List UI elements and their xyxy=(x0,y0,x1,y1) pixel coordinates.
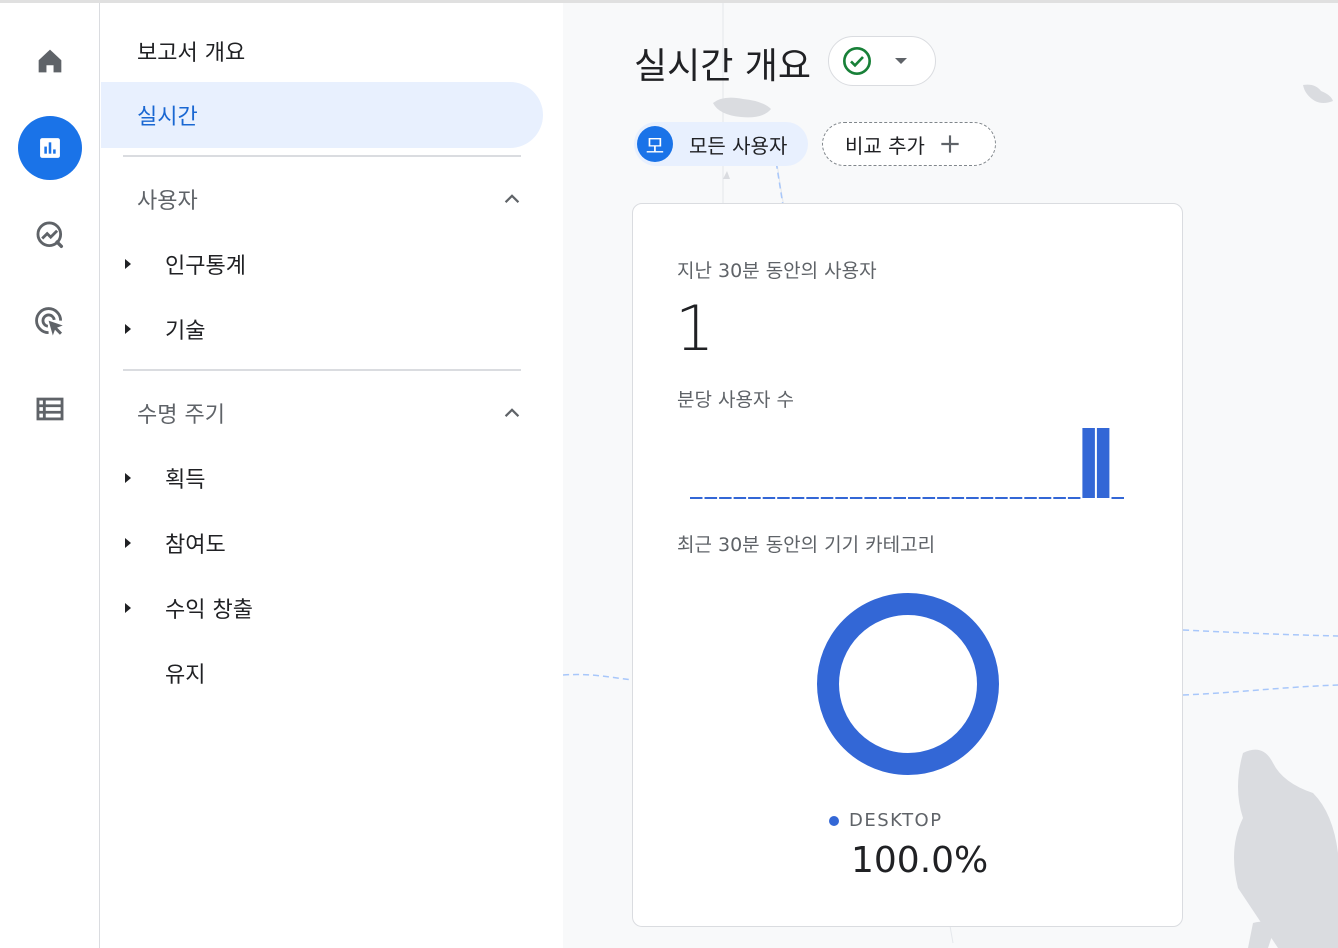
rail-reports-button[interactable] xyxy=(18,116,82,180)
nav-item-label: 기술 xyxy=(165,319,206,344)
explore-trend-icon xyxy=(36,221,64,249)
caret-down-icon xyxy=(895,58,907,64)
page-title: 실시간 개요 xyxy=(634,46,812,87)
nav-item-engagement[interactable]: 참여도 xyxy=(121,527,226,559)
all-users-chip[interactable]: 모 모든 사용자 xyxy=(634,122,808,166)
left-rail xyxy=(0,3,100,948)
nav-divider xyxy=(123,155,521,157)
nav-item-label: 인구통계 xyxy=(165,254,246,279)
users-30min-label: 지난 30분 동안의 사용자 xyxy=(677,260,877,282)
device-category-donut[interactable] xyxy=(816,592,1000,776)
minute-bar[interactable] xyxy=(1096,428,1110,498)
nav-item-retention[interactable]: 유지 xyxy=(121,657,205,689)
nav-item-label: 수익 창출 xyxy=(165,598,253,623)
legend-percentage: 100.0% xyxy=(851,840,989,881)
nav-section-user[interactable]: 사용자 xyxy=(137,183,523,215)
rail-explore-button[interactable] xyxy=(18,203,82,267)
rail-configure-button[interactable] xyxy=(18,377,82,441)
nav-realtime-label: 실시간 xyxy=(137,105,198,130)
plus-icon xyxy=(941,135,959,153)
users-30min-value: 1 xyxy=(675,292,715,365)
nav-item-label: 유지 xyxy=(165,663,206,688)
home-icon xyxy=(38,49,62,73)
nav-item-acquisition[interactable]: 획득 xyxy=(121,462,205,494)
donut-slice-desktop[interactable] xyxy=(817,593,999,775)
cursor-target-icon xyxy=(35,307,63,336)
legend-label: DESKTOP xyxy=(849,810,943,831)
nav-item-monetization[interactable]: 수익 창출 xyxy=(121,592,253,624)
nav-item-label: 획득 xyxy=(165,468,206,493)
rail-home-button[interactable] xyxy=(18,29,82,93)
chevron-up-icon xyxy=(504,408,520,417)
nav-report-overview[interactable]: 보고서 개요 xyxy=(137,35,245,67)
reports-navigation: 보고서 개요 실시간 사용자 인구통계 기술 수명 주기 획득 참여도 수익 창… xyxy=(101,3,563,948)
status-dropdown[interactable] xyxy=(828,36,936,86)
check-circle-icon xyxy=(843,47,871,75)
nav-section-lifecycle[interactable]: 수명 주기 xyxy=(137,397,523,429)
nav-item-tech[interactable]: 기술 xyxy=(121,313,205,345)
caret-right-icon xyxy=(121,601,135,615)
nav-item-label: 참여도 xyxy=(165,533,226,558)
bar-chart-icon xyxy=(40,138,60,158)
chevron-up-icon xyxy=(504,194,520,203)
caret-right-icon xyxy=(121,322,135,336)
nav-section-user-title: 사용자 xyxy=(137,189,198,214)
list-icon xyxy=(36,397,64,421)
minute-bar[interactable] xyxy=(1082,428,1095,498)
nav-realtime[interactable]: 실시간 xyxy=(101,82,543,148)
device-category-label: 최근 30분 동안의 기기 카테고리 xyxy=(677,534,936,556)
caret-right-icon xyxy=(121,257,135,271)
nav-section-lifecycle-title: 수명 주기 xyxy=(137,403,225,428)
caret-right-icon xyxy=(121,536,135,550)
add-comparison-label: 비교 추가 xyxy=(845,133,925,158)
all-users-label: 모든 사용자 xyxy=(689,133,788,158)
nav-divider xyxy=(123,369,521,371)
add-comparison-button[interactable]: 비교 추가 xyxy=(822,122,996,166)
nav-item-demographics[interactable]: 인구통계 xyxy=(121,248,246,280)
caret-right-icon xyxy=(121,471,135,485)
all-users-avatar: 모 xyxy=(637,126,673,162)
users-per-minute-label: 분당 사용자 수 xyxy=(677,389,794,411)
donut-legend: DESKTOP xyxy=(829,810,943,831)
users-per-minute-chart[interactable] xyxy=(689,426,1125,506)
rail-advertising-button[interactable] xyxy=(18,290,82,354)
realtime-users-card: 지난 30분 동안의 사용자 1 분당 사용자 수 최근 30분 동안의 기기 … xyxy=(632,203,1183,927)
legend-dot xyxy=(829,815,839,826)
